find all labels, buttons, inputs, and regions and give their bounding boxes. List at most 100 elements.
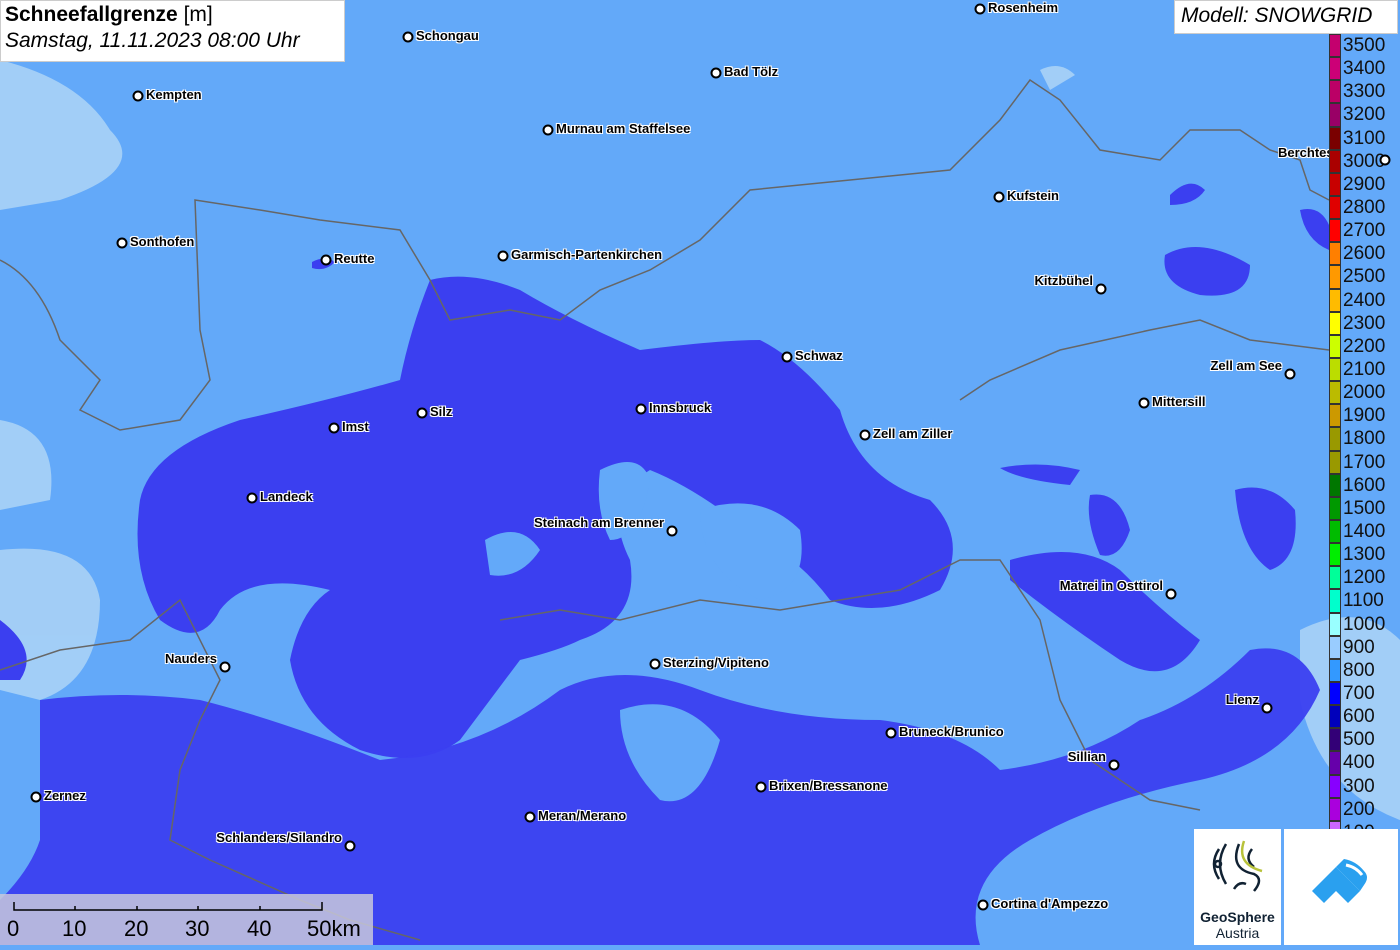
city-marker[interactable] — [859, 429, 871, 441]
city-marker[interactable] — [710, 67, 722, 79]
city-marker[interactable] — [416, 407, 428, 419]
logo-text: Austria — [1215, 925, 1260, 941]
legend-entry: 900 — [1329, 635, 1400, 659]
scale-tick: 0 — [7, 916, 20, 941]
legend-entry: 400 — [1329, 751, 1400, 775]
legend-label: 1800 — [1343, 428, 1386, 450]
color-legend: 3500 3400 3300 3200 3100 3000 2900 2800 2700 2600… — [1329, 34, 1400, 844]
legend-entry: 1100 — [1329, 589, 1400, 613]
legend-swatch — [1329, 404, 1341, 428]
map-title: Schneefallgrenze — [5, 3, 178, 26]
city-marker[interactable] — [132, 90, 144, 102]
city-marker[interactable] — [542, 124, 554, 136]
city-label: Cortina d'Ampezzo — [991, 896, 1109, 911]
city-marker[interactable] — [1108, 759, 1120, 771]
snowline-map[interactable] — [0, 0, 1400, 945]
unit: [m] — [183, 3, 213, 26]
legend-entry: 1800 — [1329, 427, 1400, 451]
city-label: Nauders — [164, 651, 217, 666]
city-marker[interactable] — [219, 661, 231, 673]
legend-swatch — [1329, 357, 1341, 382]
legend-entry: 800 — [1329, 658, 1400, 682]
legend-label: 2700 — [1343, 220, 1386, 242]
legend-entry: 1000 — [1329, 612, 1400, 636]
legend-entry: 1400 — [1329, 519, 1400, 544]
city-marker[interactable] — [246, 492, 258, 504]
city-marker[interactable] — [402, 31, 414, 43]
legend-label: 200 — [1343, 798, 1375, 820]
legend-label: 1100 — [1343, 590, 1384, 612]
city-label: Matrei in Osttirol — [1059, 578, 1163, 593]
scale-tick: 30 — [185, 916, 210, 941]
legend-swatch — [1329, 334, 1341, 358]
legend-label: 2500 — [1343, 266, 1386, 288]
legend-label: 2900 — [1343, 173, 1386, 195]
legend-entry: 500 — [1329, 728, 1400, 752]
legend-swatch — [1329, 381, 1341, 405]
legend-entry: 3300 — [1329, 80, 1400, 104]
city-marker[interactable] — [1284, 368, 1296, 380]
legend-label: 1900 — [1343, 405, 1386, 427]
legend-swatch — [1329, 242, 1341, 266]
snowgrid-logo[interactable] — [1284, 829, 1398, 945]
legend-entry: 2300 — [1329, 311, 1400, 335]
city-marker[interactable] — [497, 250, 509, 262]
legend-entry: 1900 — [1329, 404, 1400, 428]
geosphere-logo[interactable]: GeoSphere Austria — [1194, 829, 1281, 945]
city-label: Zell am See — [1210, 358, 1282, 373]
city-marker[interactable] — [524, 811, 536, 823]
city-label: Rosenheim — [988, 0, 1059, 15]
legend-swatch — [1329, 473, 1341, 497]
city-label: Landeck — [260, 489, 313, 504]
scale-tick: 20 — [124, 916, 149, 941]
legend-swatch — [1329, 427, 1341, 451]
legend-label: 3500 — [1343, 35, 1386, 56]
city-marker[interactable] — [977, 899, 989, 911]
city-marker[interactable] — [666, 525, 678, 537]
city-label: Sterzing/Vipiteno — [663, 655, 769, 670]
legend-swatch — [1329, 57, 1341, 81]
legend-entry: 3100 — [1329, 126, 1400, 150]
city-marker[interactable] — [885, 727, 897, 739]
city-marker[interactable] — [328, 422, 340, 434]
legend-swatch — [1329, 496, 1341, 520]
legend-swatch — [1329, 126, 1341, 150]
legend-swatch — [1329, 566, 1341, 590]
city-marker[interactable] — [344, 840, 356, 852]
legend-swatch — [1329, 774, 1341, 798]
legend-swatch — [1329, 681, 1341, 706]
legend-label: 800 — [1343, 659, 1375, 681]
city-marker[interactable] — [1095, 283, 1107, 295]
legend-swatch — [1329, 751, 1341, 775]
city-label: Sillian — [1067, 749, 1106, 764]
city-marker[interactable] — [755, 781, 767, 793]
city-marker[interactable] — [1261, 702, 1273, 714]
legend-label: 2600 — [1343, 243, 1386, 265]
city-marker[interactable] — [974, 3, 986, 15]
legend-entry: 2400 — [1329, 288, 1400, 312]
legend-entry: 200 — [1329, 797, 1400, 821]
city-label: Brixen/Bressanone — [769, 778, 888, 793]
city-label: Lienz — [1225, 692, 1259, 707]
city-label: Zernez — [44, 788, 86, 803]
legend-entry: 2100 — [1329, 357, 1400, 382]
city-marker[interactable] — [30, 791, 42, 803]
city-label: Garmisch-Partenkirchen — [511, 247, 663, 262]
legend-swatch — [1329, 519, 1341, 544]
city-marker[interactable] — [320, 254, 332, 266]
city-marker[interactable] — [781, 351, 793, 363]
legend-label: 300 — [1343, 775, 1375, 797]
legend-entry: 1500 — [1329, 496, 1400, 520]
city-label: Schwaz — [795, 348, 843, 363]
legend-label: 1400 — [1343, 520, 1386, 542]
city-marker[interactable] — [649, 658, 661, 670]
city-marker[interactable] — [635, 403, 647, 415]
city-marker[interactable] — [116, 237, 128, 249]
city-marker[interactable] — [1165, 588, 1177, 600]
city-marker[interactable] — [1379, 154, 1391, 166]
city-label: Kufstein — [1007, 188, 1059, 203]
legend-entry: 2700 — [1329, 219, 1400, 243]
city-marker[interactable] — [993, 191, 1005, 203]
legend-entry: 2900 — [1329, 172, 1400, 196]
city-marker[interactable] — [1138, 397, 1150, 409]
